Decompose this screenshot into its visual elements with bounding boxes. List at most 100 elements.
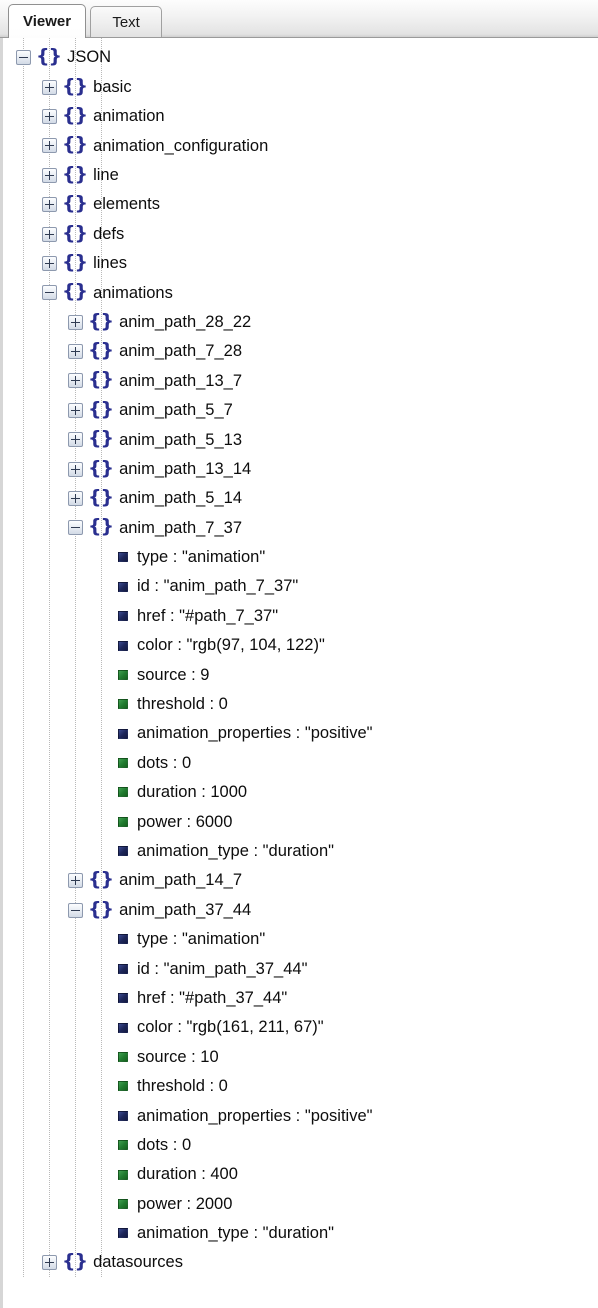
tree-node-object[interactable]: {} animation: [3, 102, 598, 131]
tree-node-object[interactable]: {} anim_path_5_14: [3, 484, 598, 513]
tree-node-leaf[interactable]: dots : 0: [3, 748, 598, 777]
expand-icon[interactable]: [68, 402, 83, 418]
tree-node-label: threshold : 0: [137, 1077, 228, 1096]
tree-node-leaf[interactable]: animation_type : "duration": [3, 1219, 598, 1248]
number-value-icon: [118, 699, 128, 710]
tree-node-object[interactable]: {} anim_path_13_7: [3, 366, 598, 395]
object-braces-icon: {}: [62, 280, 88, 303]
tree-node-object[interactable]: {} anim_path_28_22: [3, 308, 598, 337]
expand-icon[interactable]: [68, 373, 83, 389]
expand-icon[interactable]: [42, 79, 57, 95]
tree-node-leaf[interactable]: duration : 400: [3, 1160, 598, 1189]
number-value-icon: [118, 1140, 128, 1151]
collapse-icon[interactable]: [16, 50, 31, 66]
object-braces-icon: {}: [62, 192, 88, 215]
tree-node-leaf[interactable]: animation_type : "duration": [3, 837, 598, 866]
tree-node-leaf[interactable]: dots : 0: [3, 1130, 598, 1159]
tree-node-leaf[interactable]: type : "animation": [3, 925, 598, 954]
tree-node-leaf[interactable]: type : "animation": [3, 543, 598, 572]
tree-node-object[interactable]: {} animation_configuration: [3, 131, 598, 160]
json-tree-panel[interactable]: {} JSON {} basic {} animation {} animation_conf…: [0, 38, 598, 1308]
tree-node-object[interactable]: {} elements: [3, 190, 598, 219]
expand-icon[interactable]: [68, 873, 83, 889]
expand-icon[interactable]: [68, 314, 83, 330]
tree-node-label: datasources: [93, 1253, 183, 1272]
tree-node-object[interactable]: {} anim_path_7_37: [3, 513, 598, 542]
expand-icon[interactable]: [42, 255, 57, 271]
object-braces-icon: {}: [88, 868, 114, 891]
expand-icon[interactable]: [42, 138, 57, 154]
expand-icon[interactable]: [68, 344, 83, 360]
tree-node-leaf[interactable]: threshold : 0: [3, 690, 598, 719]
number-value-icon: [118, 1051, 128, 1062]
tree-node-object[interactable]: {} lines: [3, 249, 598, 278]
tree-node-leaf[interactable]: color : "rgb(97, 104, 122)": [3, 631, 598, 660]
expand-icon[interactable]: [68, 461, 83, 477]
tree-node-label: animation_type : "duration": [137, 1224, 335, 1243]
expand-icon[interactable]: [68, 432, 83, 448]
tree-node-label: line: [93, 166, 119, 184]
tab-viewer-label: Viewer: [23, 13, 72, 30]
tree-node-label: duration : 1000: [137, 783, 248, 802]
tree-node-leaf[interactable]: id : "anim_path_7_37": [3, 572, 598, 601]
tree-node-label: id : "anim_path_7_37": [137, 577, 299, 596]
tree-node-leaf[interactable]: href : "#path_37_44": [3, 984, 598, 1013]
collapse-icon[interactable]: [68, 902, 83, 918]
tree-node-object[interactable]: {} basic: [3, 72, 598, 101]
collapse-icon[interactable]: [42, 285, 57, 301]
tree-node-object[interactable]: {} anim_path_5_13: [3, 425, 598, 454]
tree-node-object[interactable]: {} JSON: [3, 43, 598, 72]
object-braces-icon: {}: [62, 162, 88, 185]
collapse-icon[interactable]: [68, 520, 83, 536]
tree-node-label: color : "rgb(97, 104, 122)": [137, 636, 325, 655]
tree-node-label: JSON: [67, 48, 112, 67]
tree-node-leaf[interactable]: href : "#path_7_37": [3, 601, 598, 630]
tree-node-leaf[interactable]: power : 2000: [3, 1189, 598, 1218]
tab-viewer[interactable]: Viewer: [8, 4, 87, 38]
tree-node-object[interactable]: {} line: [3, 161, 598, 190]
tab-bar: Viewer Text: [0, 0, 598, 38]
tree-node-label: animation_configuration: [93, 136, 269, 155]
number-value-icon: [118, 1169, 128, 1180]
tree-node-object[interactable]: {} anim_path_14_7: [3, 866, 598, 895]
string-value-icon: [118, 581, 128, 592]
tree-node-leaf[interactable]: animation_properties : "positive": [3, 1101, 598, 1130]
tree-node-leaf[interactable]: duration : 1000: [3, 778, 598, 807]
tree-node-object[interactable]: {} animations: [3, 278, 598, 307]
object-braces-icon: {}: [62, 133, 88, 156]
tree-node-label: anim_path_7_28: [119, 342, 242, 361]
expand-icon[interactable]: [42, 1255, 57, 1271]
object-braces-icon: {}: [36, 45, 62, 68]
tree-node-object[interactable]: {} anim_path_13_14: [3, 454, 598, 483]
object-braces-icon: {}: [88, 309, 114, 332]
expand-icon[interactable]: [42, 108, 57, 124]
tree-node-leaf[interactable]: threshold : 0: [3, 1072, 598, 1101]
tree-node-leaf[interactable]: power : 6000: [3, 807, 598, 836]
tree-node-leaf[interactable]: source : 9: [3, 660, 598, 689]
tree-node-label: anim_path_37_44: [119, 900, 252, 919]
object-braces-icon: {}: [88, 515, 114, 538]
tree-node-label: animation_type : "duration": [137, 841, 335, 860]
expand-icon[interactable]: [42, 226, 57, 242]
tree-node-leaf[interactable]: color : "rgb(161, 211, 67)": [3, 1013, 598, 1042]
tree-node-object[interactable]: {} anim_path_37_44: [3, 895, 598, 924]
tab-text[interactable]: Text: [90, 6, 163, 37]
tree-node-leaf[interactable]: source : 10: [3, 1042, 598, 1071]
tree-node-object[interactable]: {} defs: [3, 219, 598, 248]
tree-node-leaf[interactable]: animation_properties : "positive": [3, 719, 598, 748]
expand-icon[interactable]: [68, 491, 83, 507]
tab-text-label: Text: [112, 13, 140, 31]
object-braces-icon: {}: [62, 221, 88, 244]
tree-node-object[interactable]: {} anim_path_5_7: [3, 396, 598, 425]
tree-node-object[interactable]: {} datasources: [3, 1248, 598, 1277]
expand-icon[interactable]: [42, 197, 57, 213]
tree-node-leaf[interactable]: id : "anim_path_37_44": [3, 954, 598, 983]
expand-icon[interactable]: [42, 167, 57, 183]
object-braces-icon: {}: [88, 456, 114, 479]
string-value-icon: [118, 963, 128, 974]
tree-node-label: dots : 0: [137, 1135, 192, 1154]
tree-node-label: href : "#path_7_37": [137, 606, 279, 625]
tree-node-object[interactable]: {} anim_path_7_28: [3, 337, 598, 366]
tree-node-label: anim_path_13_14: [119, 459, 252, 478]
object-braces-icon: {}: [88, 897, 114, 920]
